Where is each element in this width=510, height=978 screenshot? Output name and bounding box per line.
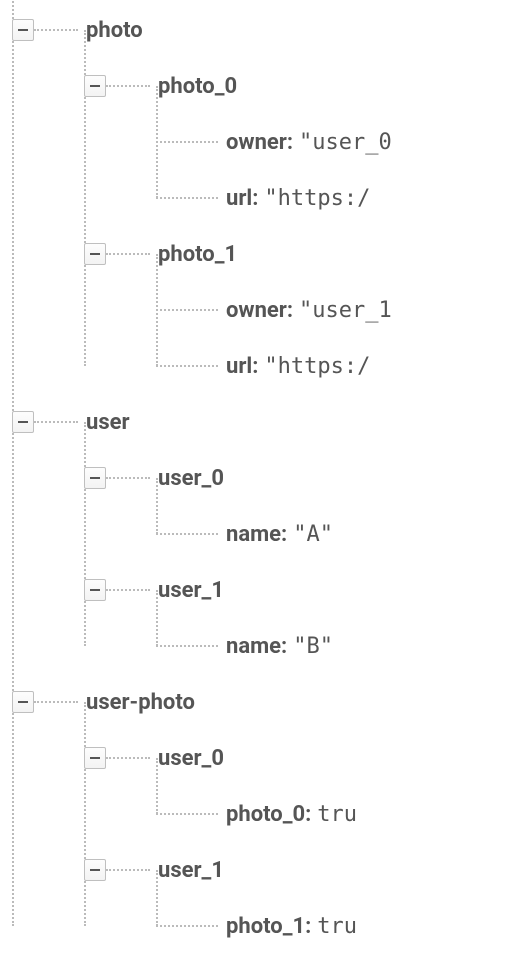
connector <box>156 197 218 199</box>
collapse-icon[interactable] <box>12 691 34 713</box>
tree-node-up-user-0[interactable]: user_0 <box>84 730 510 786</box>
collapse-icon[interactable] <box>84 579 106 601</box>
tree-leaf-name: name: "B" <box>156 618 510 674</box>
collapse-icon[interactable] <box>84 75 106 97</box>
connector <box>156 365 218 367</box>
leaf-value: "user_0 <box>299 130 392 155</box>
connector <box>106 253 150 255</box>
connector <box>106 477 150 479</box>
leaf-value: "https:/ <box>264 186 370 211</box>
tree-node-user[interactable]: user <box>12 394 510 450</box>
leaf-key: url: <box>226 354 258 379</box>
leaf-value: "user_1 <box>299 298 392 323</box>
tree-leaf-photo-0: photo_0: tru <box>156 786 510 842</box>
tree-node-photo[interactable]: photo <box>12 2 510 58</box>
collapse-icon[interactable] <box>12 411 34 433</box>
connector <box>106 869 150 871</box>
leaf-value: "B" <box>293 634 333 659</box>
node-label: photo_1 <box>158 242 237 267</box>
node-label: user_0 <box>158 466 224 491</box>
collapse-icon[interactable] <box>12 19 34 41</box>
node-label: user_1 <box>158 578 224 603</box>
node-label: user_1 <box>158 858 224 883</box>
node-label: photo_0 <box>158 74 237 99</box>
leaf-value: "A" <box>293 522 333 547</box>
connector <box>156 645 218 647</box>
node-label: user <box>86 410 130 435</box>
collapse-icon[interactable] <box>84 747 106 769</box>
collapse-icon[interactable] <box>84 859 106 881</box>
node-label: photo <box>86 18 143 43</box>
connector <box>106 85 150 87</box>
collapse-icon[interactable] <box>84 243 106 265</box>
leaf-key: owner: <box>226 130 293 155</box>
node-label: user-photo <box>86 690 195 715</box>
leaf-value: tru <box>317 802 357 827</box>
leaf-key: name: <box>226 634 287 659</box>
connector <box>156 141 218 143</box>
connector <box>156 925 218 927</box>
leaf-value: "https:/ <box>264 354 370 379</box>
leaf-value: tru <box>317 914 357 939</box>
tree-leaf-owner: owner: "user_1 <box>156 282 510 338</box>
leaf-key: url: <box>226 186 258 211</box>
tree-root: photo photo_0 owner: "user_0 <box>0 0 510 954</box>
tree-node-photo-1[interactable]: photo_1 <box>84 226 510 282</box>
connector <box>156 813 218 815</box>
node-label: user_0 <box>158 746 224 771</box>
leaf-key: name: <box>226 522 287 547</box>
tree-node-user-photo[interactable]: user-photo <box>12 674 510 730</box>
tree-leaf-url: url: "https:/ <box>156 170 510 226</box>
connector <box>156 309 218 311</box>
leaf-key: photo_1: <box>226 914 311 939</box>
connector <box>34 701 78 703</box>
tree-leaf-photo-1: photo_1: tru <box>156 898 510 954</box>
connector <box>34 421 78 423</box>
connector <box>34 29 78 31</box>
connector <box>106 757 150 759</box>
tree-leaf-url: url: "https:/ <box>156 338 510 394</box>
tree-node-photo-0[interactable]: photo_0 <box>84 58 510 114</box>
tree-node-user-1[interactable]: user_1 <box>84 562 510 618</box>
tree-node-user-0[interactable]: user_0 <box>84 450 510 506</box>
tree-leaf-owner: owner: "user_0 <box>156 114 510 170</box>
connector <box>106 589 150 591</box>
connector <box>156 533 218 535</box>
leaf-key: photo_0: <box>226 802 311 827</box>
collapse-icon[interactable] <box>84 467 106 489</box>
leaf-key: owner: <box>226 298 293 323</box>
tree-leaf-name: name: "A" <box>156 506 510 562</box>
tree-node-up-user-1[interactable]: user_1 <box>84 842 510 898</box>
